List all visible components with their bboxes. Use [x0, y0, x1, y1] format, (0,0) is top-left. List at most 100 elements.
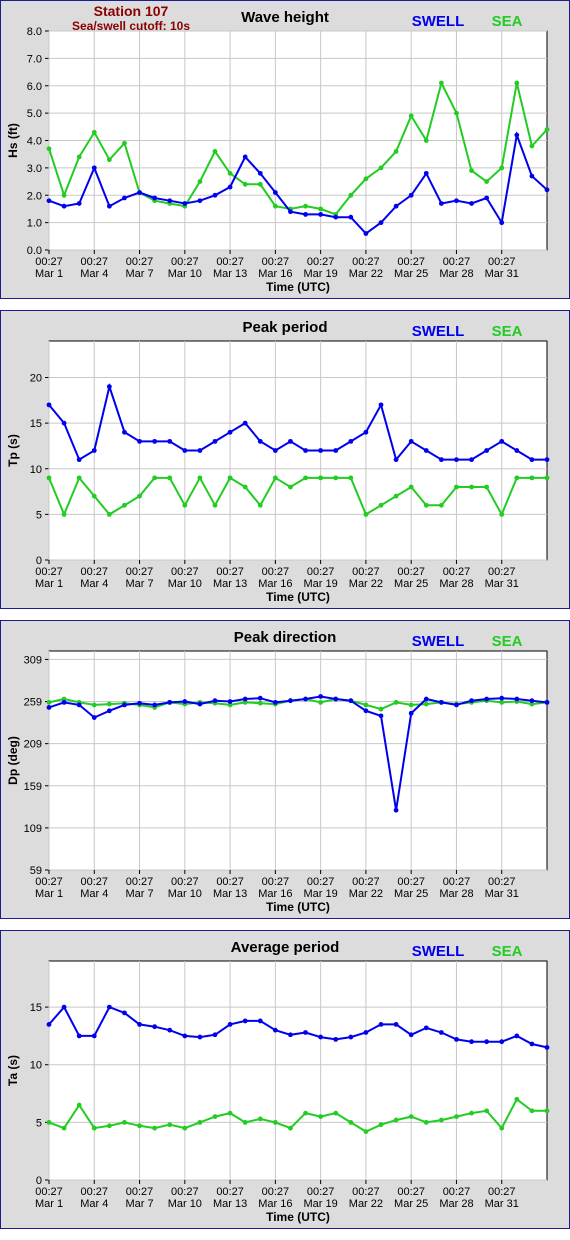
data-point-swell	[167, 1027, 173, 1033]
y-tick-label: 20	[30, 373, 42, 385]
x-tick-date: Mar 25	[394, 578, 428, 590]
data-point-sea	[122, 502, 127, 508]
data-point-sea	[393, 149, 399, 154]
data-point-swell	[469, 457, 474, 463]
data-point-sea	[408, 113, 414, 119]
data-point-swell	[91, 1033, 97, 1039]
x-tick-time: 00:27	[35, 256, 63, 268]
data-point-swell	[529, 457, 535, 463]
x-tick-time: 00:27	[262, 566, 290, 578]
data-point-swell	[333, 696, 339, 702]
x-tick-time: 00:27	[35, 876, 63, 888]
y-tick-label: 7.0	[27, 53, 42, 65]
data-point-swell	[454, 1036, 459, 1042]
data-point-sea	[303, 203, 308, 209]
y-tick-label: 159	[24, 781, 42, 793]
data-point-swell	[182, 201, 188, 206]
data-point-swell	[76, 201, 82, 206]
x-tick-date: Mar 7	[125, 268, 153, 280]
data-point-swell	[167, 699, 173, 705]
data-point-swell	[303, 212, 308, 217]
x-tick-time: 00:27	[171, 566, 199, 578]
data-point-swell	[529, 698, 535, 704]
data-point-sea	[499, 1125, 505, 1131]
data-point-sea	[318, 1114, 324, 1120]
x-tick-date: Mar 31	[485, 578, 519, 590]
data-point-swell	[227, 1021, 233, 1027]
data-point-swell	[499, 220, 505, 226]
legend-swell: SWELL	[412, 13, 465, 30]
data-point-swell	[544, 457, 550, 463]
data-point-sea	[318, 206, 324, 212]
data-point-swell	[242, 420, 248, 426]
x-tick-time: 00:27	[443, 1186, 471, 1198]
data-point-swell	[363, 1030, 369, 1035]
y-tick-label: 309	[24, 654, 42, 666]
x-tick-date: Mar 16	[258, 268, 292, 280]
legend-sea: SEA	[492, 323, 523, 340]
data-point-sea	[318, 475, 324, 481]
x-tick-time: 00:27	[126, 876, 154, 888]
data-point-swell	[61, 420, 67, 426]
data-point-sea	[363, 1129, 369, 1134]
x-tick-time: 00:27	[443, 566, 471, 578]
data-point-sea	[469, 484, 474, 490]
y-tick-label: 259	[24, 697, 42, 709]
x-tick-date: Mar 13	[213, 578, 247, 590]
plot-area	[48, 960, 548, 1181]
data-point-swell	[227, 429, 233, 435]
data-point-swell	[378, 713, 384, 719]
x-tick-date: Mar 25	[394, 1198, 428, 1210]
data-point-swell	[303, 448, 308, 453]
average-period-panel: Average period SWELL SEA 0 5 10 15 00:27 Mar 1 00…	[0, 930, 570, 1229]
data-point-swell	[423, 170, 429, 176]
data-point-sea	[106, 511, 112, 517]
data-point-sea	[423, 138, 429, 143]
x-tick-date: Mar 1	[35, 268, 63, 280]
x-tick-date: Mar 22	[349, 888, 383, 900]
data-point-swell	[408, 1032, 414, 1038]
data-point-sea	[76, 475, 82, 481]
data-point-swell	[454, 457, 459, 463]
x-tick-time: 00:27	[81, 1186, 109, 1198]
y-tick-label: 15	[30, 1002, 42, 1014]
data-point-swell	[152, 195, 158, 201]
data-point-sea	[529, 1108, 535, 1114]
data-point-sea	[91, 493, 97, 499]
data-point-sea	[393, 699, 399, 705]
data-point-sea	[499, 511, 505, 517]
data-point-swell	[544, 1045, 550, 1050]
x-tick-date: Mar 28	[439, 888, 473, 900]
data-point-sea	[438, 80, 444, 86]
x-axis-label: Time (UTC)	[266, 1210, 330, 1224]
x-tick-time: 00:27	[488, 256, 516, 268]
data-point-sea	[106, 1123, 112, 1129]
x-tick-date: Mar 4	[80, 268, 108, 280]
x-tick-time: 00:27	[443, 256, 471, 268]
legend-sea: SEA	[492, 13, 523, 30]
x-tick-date: Mar 31	[485, 888, 519, 900]
data-point-swell	[182, 448, 188, 453]
data-point-swell	[499, 1039, 505, 1045]
data-point-sea	[212, 149, 218, 154]
x-tick-time: 00:27	[35, 566, 63, 578]
x-tick-time: 00:27	[171, 256, 199, 268]
data-point-swell	[484, 1039, 490, 1045]
data-point-swell	[378, 220, 384, 226]
legend-sea: SEA	[492, 943, 523, 960]
x-tick-date: Mar 31	[485, 268, 519, 280]
data-point-swell	[499, 438, 505, 444]
x-tick-date: Mar 28	[439, 1198, 473, 1210]
data-point-sea	[122, 140, 127, 146]
x-tick-time: 00:27	[352, 1186, 380, 1198]
y-tick-label: 5.0	[27, 108, 42, 120]
x-tick-date: Mar 10	[168, 1198, 202, 1210]
x-axis-label: Time (UTC)	[266, 280, 330, 294]
data-point-sea	[454, 484, 459, 490]
data-point-swell	[197, 1034, 203, 1040]
data-point-sea	[182, 502, 188, 508]
x-tick-date: Mar 13	[213, 268, 247, 280]
data-point-sea	[303, 475, 308, 481]
data-point-sea	[348, 475, 354, 481]
data-point-swell	[408, 710, 414, 716]
